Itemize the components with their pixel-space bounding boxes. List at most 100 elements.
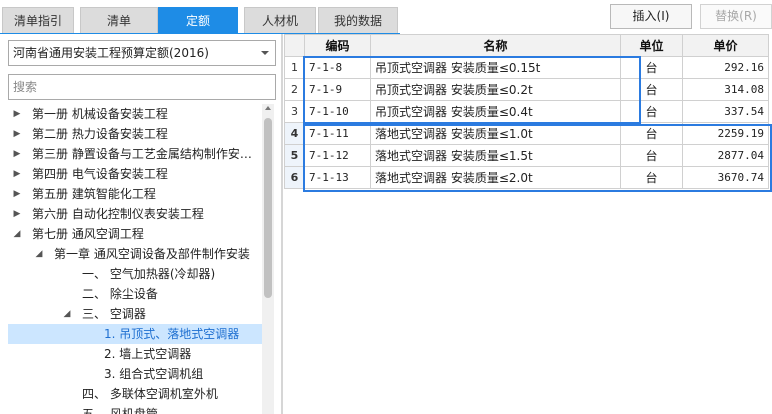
cell-code[interactable]: 7-1-13 [304, 166, 371, 189]
row-number[interactable]: 3 [284, 100, 305, 123]
tree-item-label: 第五册 建筑智能化工程 [32, 187, 156, 201]
tree-item-label: 2. 墙上式空调器 [104, 347, 192, 361]
collapse-arrow-icon[interactable]: ▶ [12, 124, 22, 144]
tree-item[interactable]: ▶ 第四册 电气设备安装工程 [8, 164, 262, 184]
cell-name[interactable]: 吊顶式空调器 安装质量≤0.2t [370, 78, 621, 101]
cell-code[interactable]: 7-1-8 [304, 56, 371, 79]
row-number-header [284, 34, 305, 57]
tree-item-label: 第二册 热力设备安装工程 [32, 127, 168, 141]
collapse-arrow-icon[interactable]: ▶ [12, 204, 22, 224]
cell-code[interactable]: 7-1-12 [304, 144, 371, 167]
collapse-arrow-icon[interactable]: ▶ [12, 144, 22, 164]
tree-item[interactable]: 3. 组合式空调机组 [8, 364, 262, 384]
search-input[interactable] [8, 74, 276, 100]
expand-arrow-icon[interactable]: ◢ [34, 244, 44, 264]
tree-item[interactable]: ▶ 第三册 静置设备与工艺金属结构制作安… [8, 144, 262, 164]
cell-price[interactable]: 314.08 [682, 78, 769, 101]
quota-library-value: 河南省通用安装工程预算定额(2016) [13, 46, 209, 60]
tree-item-label: 3. 组合式空调机组 [104, 367, 204, 381]
pane-splitter[interactable] [281, 34, 283, 414]
cell-code[interactable]: 7-1-9 [304, 78, 371, 101]
tree-item-label: 第一章 通风空调设备及部件制作安装 [54, 247, 250, 261]
tree-item-label: 第一册 机械设备安装工程 [32, 107, 168, 121]
tree-item[interactable]: ▶ 第六册 自动化控制仪表安装工程 [8, 204, 262, 224]
row-number[interactable]: 4 [284, 122, 305, 145]
tree-item[interactable]: ◢ 第七册 通风空调工程 [8, 224, 262, 244]
tree-item[interactable]: ▶ 第五册 建筑智能化工程 [8, 184, 262, 204]
tree-item-label: 第六册 自动化控制仪表安装工程 [32, 207, 204, 221]
tab-list[interactable]: 清单 [80, 7, 158, 33]
cell-name[interactable]: 落地式空调器 安装质量≤1.5t [370, 144, 621, 167]
tree-scrollbar[interactable] [262, 104, 274, 414]
tree-item[interactable]: ◢ 第一章 通风空调设备及部件制作安装 [8, 244, 262, 264]
scroll-up-icon[interactable] [265, 106, 271, 110]
tab-labor-material-machine[interactable]: 人材机 [244, 7, 316, 33]
column-header-code[interactable]: 编码 [304, 34, 371, 57]
tree-item[interactable]: 一、 空气加热器(冷却器) [8, 264, 262, 284]
tab-list-guide[interactable]: 清单指引 [2, 7, 74, 33]
column-header-name[interactable]: 名称 [370, 34, 621, 57]
insert-button[interactable]: 插入(I) [610, 4, 692, 29]
tree-item-label: 五、 风机盘管 [82, 407, 158, 414]
expand-arrow-icon[interactable]: ◢ [62, 304, 72, 324]
table-row[interactable]: 2 7-1-9 吊顶式空调器 安装质量≤0.2t 台 314.08 [284, 78, 769, 101]
tree-item[interactable]: 二、 除尘设备 [8, 284, 262, 304]
tab-my-data[interactable]: 我的数据 [318, 7, 398, 33]
tree-item[interactable]: ▶ 第二册 热力设备安装工程 [8, 124, 262, 144]
quota-table: 编码 名称 单位 单价 1 7-1-8 吊顶式空调器 安装质量≤0.15t 台 292.… [284, 34, 769, 189]
cell-price[interactable]: 337.54 [682, 100, 769, 123]
cell-code[interactable]: 7-1-10 [304, 100, 371, 123]
cell-unit[interactable]: 台 [620, 166, 683, 189]
row-number[interactable]: 1 [284, 56, 305, 79]
cell-unit[interactable]: 台 [620, 56, 683, 79]
cell-price[interactable]: 2877.04 [682, 144, 769, 167]
cell-unit[interactable]: 台 [620, 78, 683, 101]
tree-item-label: 第三册 静置设备与工艺金属结构制作安… [32, 147, 252, 161]
collapse-arrow-icon[interactable]: ▶ [12, 184, 22, 204]
cell-unit[interactable]: 台 [620, 122, 683, 145]
cell-name[interactable]: 落地式空调器 安装质量≤1.0t [370, 122, 621, 145]
cell-price[interactable]: 292.16 [682, 56, 769, 79]
tree-item[interactable]: 1. 吊顶式、落地式空调器 [8, 324, 262, 344]
table-row[interactable]: 1 7-1-8 吊顶式空调器 安装质量≤0.15t 台 292.16 [284, 56, 769, 79]
table-row[interactable]: 4 7-1-11 落地式空调器 安装质量≤1.0t 台 2259.19 [284, 122, 769, 145]
collapse-arrow-icon[interactable]: ▶ [12, 164, 22, 184]
tree-item-label: 三、 空调器 [82, 307, 146, 321]
tree-item-label: 一、 空气加热器(冷却器) [82, 267, 216, 281]
quota-library-select[interactable]: 河南省通用安装工程预算定额(2016) [8, 40, 276, 66]
quota-grid: 编码 名称 单位 单价 1 7-1-8 吊顶式空调器 安装质量≤0.15t 台 292.… [284, 34, 772, 414]
tree-item[interactable]: 五、 风机盘管 [8, 404, 262, 414]
cell-name[interactable]: 吊顶式空调器 安装质量≤0.4t [370, 100, 621, 123]
tree-item[interactable]: ◢ 三、 空调器 [8, 304, 262, 324]
row-number[interactable]: 5 [284, 144, 305, 167]
collapse-arrow-icon[interactable]: ▶ [12, 104, 22, 124]
table-row[interactable]: 5 7-1-12 落地式空调器 安装质量≤1.5t 台 2877.04 [284, 144, 769, 167]
tree-item[interactable]: ▶ 第一册 机械设备安装工程 [8, 104, 262, 124]
cell-code[interactable]: 7-1-11 [304, 122, 371, 145]
column-header-price[interactable]: 单价 [682, 34, 769, 57]
tree-item-label: 1. 吊顶式、落地式空调器 [104, 327, 240, 341]
cell-name[interactable]: 吊顶式空调器 安装质量≤0.15t [370, 56, 621, 79]
cell-unit[interactable]: 台 [620, 100, 683, 123]
tab-bar: 清单指引 清单 定额 人材机 我的数据 插入(I) 替换(R) [0, 0, 772, 34]
cell-price[interactable]: 3670.74 [682, 166, 769, 189]
tree-item[interactable]: 2. 墙上式空调器 [8, 344, 262, 364]
expand-arrow-icon[interactable]: ◢ [12, 224, 22, 244]
replace-button[interactable]: 替换(R) [700, 4, 772, 29]
tree-item-label: 第七册 通风空调工程 [32, 227, 144, 241]
tab-quota[interactable]: 定额 [158, 7, 238, 33]
cell-name[interactable]: 落地式空调器 安装质量≤2.0t [370, 166, 621, 189]
cell-price[interactable]: 2259.19 [682, 122, 769, 145]
scrollbar-thumb[interactable] [264, 118, 272, 298]
chevron-down-icon[interactable] [261, 51, 269, 55]
tree-item-label: 四、 多联体空调机室外机 [82, 387, 218, 401]
table-row[interactable]: 6 7-1-13 落地式空调器 安装质量≤2.0t 台 3670.74 [284, 166, 769, 189]
cell-unit[interactable]: 台 [620, 144, 683, 167]
tree-item-label: 第四册 电气设备安装工程 [32, 167, 168, 181]
chapter-tree: ▶ 第一册 机械设备安装工程 ▶ 第二册 热力设备安装工程 ▶ 第三册 静置设备与工艺金属… [8, 104, 262, 414]
table-row[interactable]: 3 7-1-10 吊顶式空调器 安装质量≤0.4t 台 337.54 [284, 100, 769, 123]
column-header-unit[interactable]: 单位 [620, 34, 683, 57]
row-number[interactable]: 6 [284, 166, 305, 189]
tree-item[interactable]: 四、 多联体空调机室外机 [8, 384, 262, 404]
row-number[interactable]: 2 [284, 78, 305, 101]
